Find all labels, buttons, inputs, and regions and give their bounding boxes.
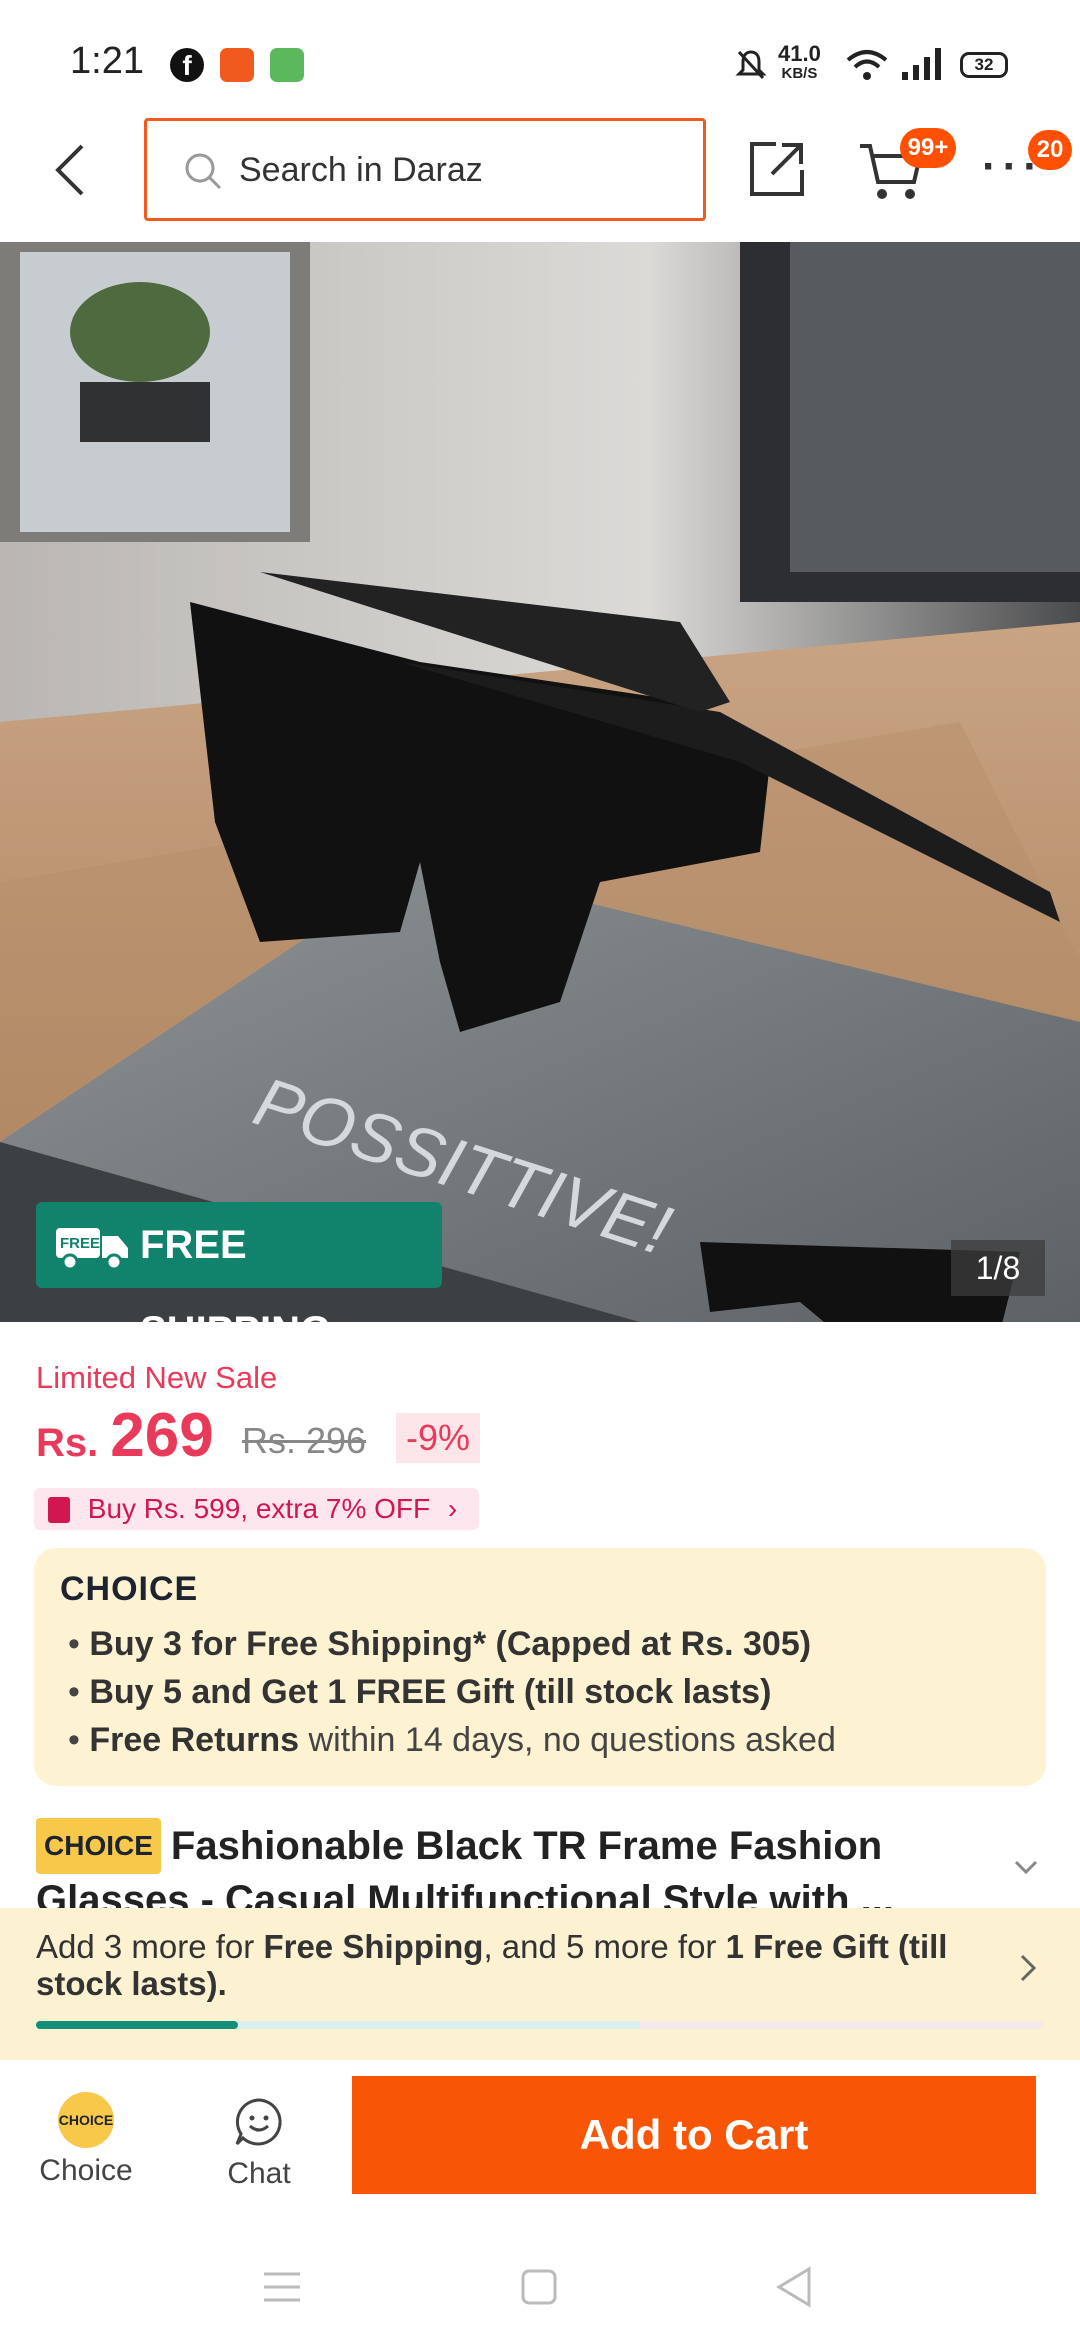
delivery-truck-icon: FREE bbox=[56, 1228, 128, 1270]
share-icon[interactable] bbox=[748, 140, 806, 198]
image-pager: 1/8 bbox=[951, 1240, 1045, 1296]
choice-label: Choice bbox=[39, 2154, 133, 2187]
chevron-right-icon bbox=[1020, 1954, 1036, 1982]
choice-bullet: • Buy 3 for Free Shipping* (Capped at Rs… bbox=[68, 1625, 812, 1663]
home-icon[interactable] bbox=[520, 2268, 558, 2306]
voucher-promo[interactable]: Buy Rs. 599, extra 7% OFF › bbox=[34, 1488, 480, 1530]
search-icon bbox=[185, 153, 222, 190]
chat-label: Chat bbox=[227, 2157, 291, 2190]
discount-badge: -9% bbox=[396, 1413, 481, 1463]
back-nav-icon[interactable] bbox=[776, 2266, 812, 2308]
chevron-right-icon: › bbox=[447, 1493, 458, 1524]
system-nav-bar bbox=[0, 2200, 1080, 2340]
facebook-icon: f bbox=[170, 48, 204, 82]
chat-icon bbox=[235, 2098, 282, 2146]
choice-nav-button[interactable]: CHOICE Choice bbox=[30, 2092, 142, 2188]
message-count-badge: 20 bbox=[1028, 130, 1072, 170]
progress-next bbox=[238, 2021, 640, 2029]
sale-label: Limited New Sale bbox=[36, 1360, 278, 1395]
shipping-progress-bar bbox=[36, 2021, 1044, 2029]
product-title[interactable]: CHOICE Fashionable Black TR Frame Fashion… bbox=[36, 1818, 1016, 1908]
chat-button[interactable]: Chat bbox=[200, 2096, 318, 2191]
product-image[interactable]: POSSITTIVE! bbox=[0, 242, 1080, 1322]
voucher-icon bbox=[48, 1497, 70, 1523]
choice-bullet-list: • Buy 3 for Free Shipping* (Capped at Rs… bbox=[68, 1620, 836, 1764]
shipping-progress-text: Add 3 more for Free Shipping, and 5 more… bbox=[36, 1928, 948, 2002]
signal-icon bbox=[902, 48, 941, 80]
choice-bullet: • Buy 5 and Get 1 FREE Gift (till stock … bbox=[68, 1673, 772, 1711]
svg-text:FREE: FREE bbox=[60, 1235, 100, 1252]
app-notification-icon bbox=[220, 48, 254, 82]
chevron-down-icon[interactable] bbox=[1014, 1860, 1038, 1876]
progress-fill bbox=[36, 2021, 238, 2029]
menu-icon[interactable] bbox=[262, 2270, 302, 2304]
free-shipping-badge: FREE FREE SHIPPING bbox=[36, 1202, 442, 1353]
original-price: Rs. 296 bbox=[242, 1420, 367, 1461]
battery-icon: 32 bbox=[960, 52, 1008, 78]
network-speed: 41.0 KB/S bbox=[778, 41, 821, 83]
mute-icon bbox=[735, 50, 767, 80]
status-time: 1:21 bbox=[70, 40, 144, 82]
add-to-cart-button[interactable]: Add to Cart bbox=[352, 2076, 1036, 2194]
app-notification-icon-2 bbox=[270, 48, 304, 82]
search-input[interactable]: Search in Daraz bbox=[144, 118, 706, 221]
shipping-progress-banner[interactable]: Add 3 more for Free Shipping, and 5 more… bbox=[0, 1908, 1080, 2060]
choice-tag: CHOICE bbox=[36, 1818, 161, 1874]
choice-logo: CHOICE bbox=[60, 1570, 199, 1608]
back-icon[interactable] bbox=[52, 142, 88, 198]
current-price: Rs. 269 bbox=[36, 1401, 214, 1470]
choice-icon: CHOICE bbox=[58, 2092, 114, 2148]
choice-bullet: • Free Returns within 14 days, no questi… bbox=[68, 1721, 836, 1759]
product-photo: POSSITTIVE! bbox=[0, 242, 1080, 1322]
wifi-icon bbox=[846, 50, 888, 80]
cart-count-badge: 99+ bbox=[900, 128, 956, 168]
status-bar: 1:21 f 41.0 KB/S 32 bbox=[0, 0, 1080, 110]
search-placeholder: Search in Daraz bbox=[239, 151, 483, 189]
free-shipping-label: FREE SHIPPING bbox=[140, 1223, 332, 1353]
